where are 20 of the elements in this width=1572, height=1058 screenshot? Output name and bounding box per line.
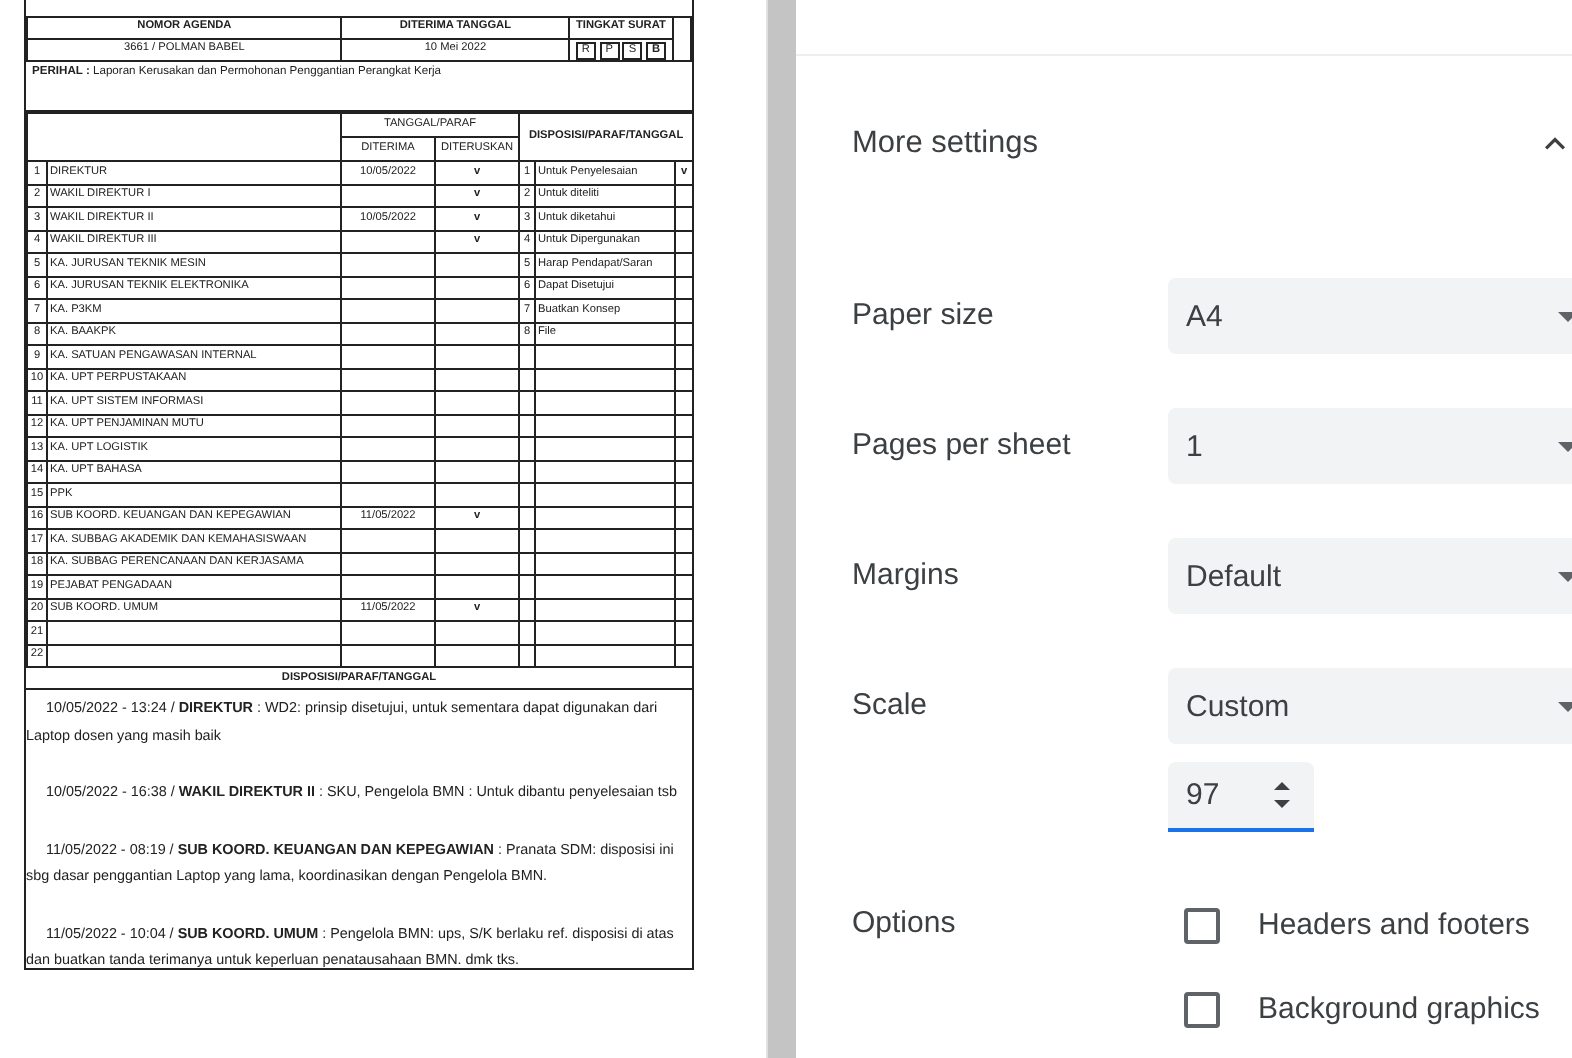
scale-input[interactable]: 97 — [1168, 762, 1314, 832]
dropdown-arrow-icon — [1558, 311, 1572, 321]
dropdown-arrow-icon — [1558, 701, 1572, 711]
dropdown[interactable]: 1 — [1168, 408, 1572, 484]
setting-label: Paper size — [852, 296, 996, 336]
spinner-icon — [1274, 782, 1290, 808]
setting-label: Margins — [852, 556, 961, 596]
dropdown[interactable]: Custom — [1168, 668, 1572, 744]
checkbox[interactable] — [1184, 991, 1220, 1027]
dropdown-arrow-icon — [1558, 571, 1572, 581]
setting-label: Options — [852, 904, 958, 944]
checkbox[interactable] — [1184, 907, 1220, 943]
checkbox-label[interactable]: Headers and footers — [1258, 908, 1530, 942]
dropdown-arrow-icon — [1558, 441, 1572, 451]
dropdown[interactable]: Default — [1168, 538, 1572, 614]
dropdown[interactable]: A4 — [1168, 278, 1572, 354]
more-settings-toggle[interactable]: More settings — [852, 56, 1572, 232]
setting-label: Pages per sheet — [852, 426, 1073, 466]
setting-label: Scale — [852, 686, 930, 726]
checkbox-label[interactable]: Background graphics — [1258, 992, 1540, 1026]
